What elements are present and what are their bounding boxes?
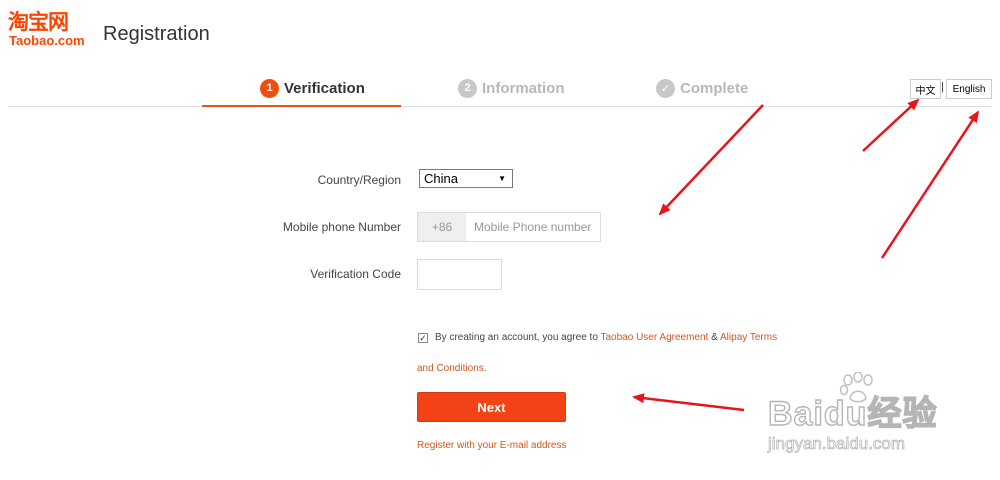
language-chinese-button[interactable]: 中文 <box>910 79 941 99</box>
alipay-terms-link[interactable]: Alipay Terms <box>720 332 777 343</box>
taobao-logo[interactable]: 淘宝网 Taobao.com <box>8 10 100 50</box>
step-information: 2 Information <box>458 76 565 100</box>
steps-divider <box>8 106 992 107</box>
logo-english-text: Taobao.com <box>9 33 85 48</box>
verification-code-label: Verification Code <box>310 267 401 281</box>
agreement-text: By creating an account, you agree to Tao… <box>435 332 777 343</box>
agreement-text-line2: and Conditions. <box>417 363 487 374</box>
phone-label: Mobile phone Number <box>282 220 401 234</box>
language-english-button[interactable]: English <box>946 79 992 99</box>
watermark-main-text: Baidu经验 <box>767 394 938 433</box>
arrow-to-chinese-button <box>862 98 920 152</box>
language-separator: | <box>941 81 944 93</box>
baidu-watermark: Baidu经验 jingyan.baidu.com <box>760 372 960 462</box>
active-step-underline <box>202 105 401 107</box>
page-title: Registration <box>103 23 210 45</box>
agreement-ampersand: & <box>708 332 721 343</box>
step-verification: 1 Verification <box>260 76 365 100</box>
country-selected-value: China <box>424 171 458 186</box>
step-number-badge: 1 <box>260 78 279 98</box>
next-button[interactable]: Next <box>417 392 566 422</box>
alipay-terms-link-continued[interactable]: and Conditions <box>417 363 484 374</box>
step-label: Complete <box>680 79 749 97</box>
agreement-period: . <box>483 363 487 374</box>
step-number-badge: 2 <box>458 78 477 98</box>
step-complete: ✓ Complete <box>656 76 748 100</box>
agreement-prefix: By creating an account, you agree to <box>435 332 601 343</box>
arrow-to-phone-field <box>658 104 764 216</box>
checkmark-icon: ✓ <box>656 78 675 98</box>
agreement-checkbox[interactable]: ✓ <box>418 333 428 343</box>
phone-country-code: +86 <box>417 212 467 242</box>
country-label: Country/Region <box>317 173 401 187</box>
country-select[interactable]: China ▼ <box>419 169 513 188</box>
arrow-to-next-button <box>632 393 745 412</box>
register-email-link[interactable]: Register with your E-mail address <box>417 440 567 451</box>
verification-code-input[interactable] <box>417 259 502 290</box>
arrow-to-english-button <box>880 110 980 259</box>
logo-chinese-text: 淘宝网 <box>8 10 69 34</box>
watermark-url-text: jingyan.baidu.com <box>768 434 906 454</box>
taobao-user-agreement-link[interactable]: Taobao User Agreement <box>600 332 708 343</box>
phone-number-input[interactable] <box>466 212 601 242</box>
dropdown-arrow-icon: ▼ <box>498 174 506 183</box>
step-label: Information <box>482 79 565 97</box>
step-label: Verification <box>284 79 365 97</box>
